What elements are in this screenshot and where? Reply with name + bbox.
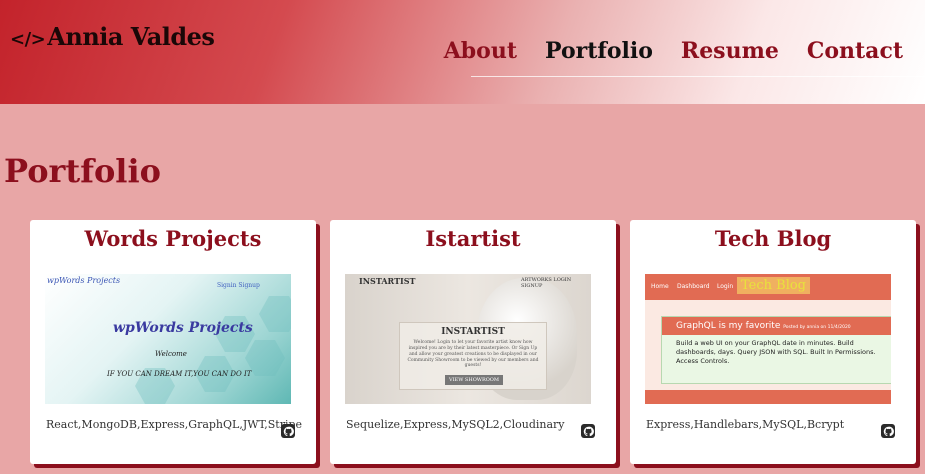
hexagon-decoration (259, 296, 291, 332)
project-title[interactable]: Istartist (330, 226, 616, 251)
screenshot-post-meta: Posted by annia on 11/4/2020 (783, 325, 851, 330)
screenshot-brand: INSTARTIST (359, 276, 416, 286)
project-screenshot[interactable]: Home Dashboard Login Tech Blog GraphQL i… (645, 274, 891, 404)
screenshot-logo: wpWords Projects (47, 276, 121, 285)
nav-contact[interactable]: Contact (793, 38, 917, 78)
screenshot-brand: Tech Blog (737, 277, 810, 294)
screenshot-post-header: GraphQL is my favorite Posted by annia o… (662, 317, 891, 335)
project-tech: Sequelize,Express,MySQL2,Cloudinary (346, 418, 565, 431)
screenshot-post: GraphQL is my favorite Posted by annia o… (661, 316, 891, 384)
screenshot-navbar: Home Dashboard Login Tech Blog (645, 274, 891, 300)
screenshot-footer (645, 390, 891, 404)
screenshot-text: Welcome! Login to let your favorite arti… (407, 340, 539, 369)
screenshot-nav-login: Login (717, 283, 734, 290)
site-header: </>Annia Valdes About Portfolio Resume C… (0, 0, 925, 104)
nav-resume[interactable]: Resume (667, 38, 793, 78)
screenshot-post-title: GraphQL is my favorite (676, 321, 781, 331)
screenshot-welcome: Welcome (155, 350, 187, 358)
project-card-istartist: Istartist INSTARTIST ARTWORKS LOGIN SIGN… (330, 220, 616, 464)
code-icon: </> (10, 29, 46, 50)
project-screenshot[interactable]: INSTARTIST ARTWORKS LOGIN SIGNUP INSTART… (345, 274, 591, 404)
screenshot-heading: wpWords Projects (113, 320, 253, 336)
brand-name: Annia Valdes (47, 22, 215, 51)
project-title[interactable]: Words Projects (30, 226, 316, 251)
nav-portfolio[interactable]: Portfolio (531, 38, 667, 78)
nav-about[interactable]: About (430, 38, 531, 78)
screenshot-nav-home: Home (651, 283, 669, 290)
screenshot-body: GraphQL is my favorite Posted by annia o… (645, 300, 891, 390)
screenshot-links: Signin Signup (217, 282, 260, 289)
page-title: Portfolio (4, 152, 161, 190)
project-title[interactable]: Tech Blog (630, 226, 916, 251)
project-card-words: Words Projects wpWords Projects Signin S… (30, 220, 316, 464)
screenshot-nav-dashboard: Dashboard (677, 283, 710, 290)
nav-underline (471, 76, 925, 77)
project-card-techblog: Tech Blog Home Dashboard Login Tech Blog… (630, 220, 916, 464)
github-icon[interactable] (281, 424, 295, 438)
main-nav: About Portfolio Resume Contact (430, 38, 917, 78)
screenshot-quote: IF YOU CAN DREAM IT,YOU CAN DO IT (107, 370, 252, 378)
screenshot-heading: INSTARTIST (441, 327, 505, 337)
site-brand[interactable]: </>Annia Valdes (10, 22, 215, 51)
project-tech: Express,Handlebars,MySQL,Bcrypt (646, 418, 845, 431)
github-icon[interactable] (881, 424, 895, 438)
screenshot-post-body: Build a web UI on your GraphQL date in m… (676, 339, 876, 366)
screenshot-links: ARTWORKS LOGIN SIGNUP (521, 277, 572, 289)
screenshot-button: VIEW SHOWROOM (445, 375, 503, 385)
github-icon[interactable] (581, 424, 595, 438)
project-tech: React,MongoDB,Express,GraphQL,JWT,Stripe (46, 418, 303, 431)
project-screenshot[interactable]: wpWords Projects Signin Signup wpWords P… (45, 274, 291, 404)
